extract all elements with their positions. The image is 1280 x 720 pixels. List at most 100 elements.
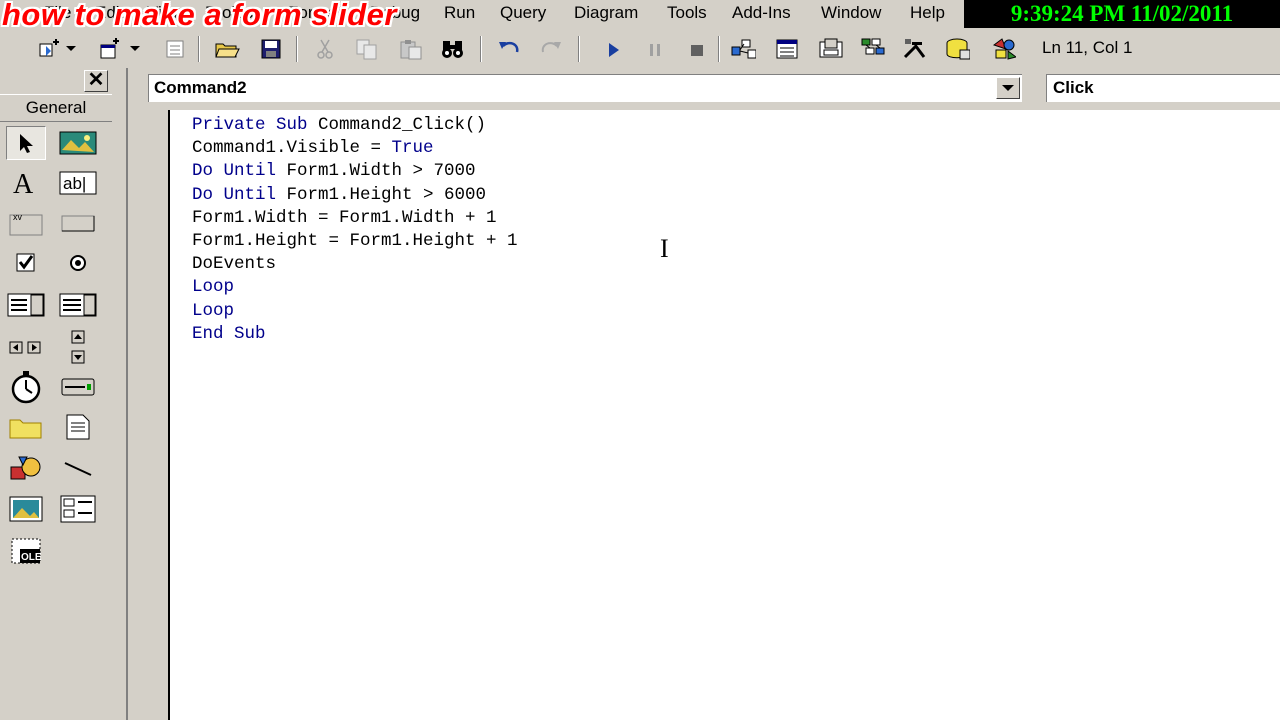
label-tool-icon[interactable]: A	[6, 166, 46, 200]
code-line[interactable]: DoEvents	[192, 253, 518, 276]
form-layout-icon[interactable]	[818, 36, 844, 62]
menu-help[interactable]: Help	[910, 3, 945, 23]
ole-tool-icon[interactable]: OLE	[6, 534, 46, 568]
start-icon[interactable]	[600, 36, 626, 62]
code-margin-indicator-bar[interactable]	[128, 110, 170, 720]
close-button[interactable]: ✕	[84, 70, 108, 92]
menu-editor-icon[interactable]	[162, 36, 188, 62]
code-line[interactable]: End Sub	[192, 323, 518, 346]
code-line[interactable]: Do Until Form1.Width > 7000	[192, 160, 518, 183]
code-editor[interactable]: Private Sub Command2_Click() Command1.Vis…	[128, 110, 1280, 720]
object-combobox[interactable]: Command2	[148, 74, 1022, 102]
code-line[interactable]: Command1.Visible = True	[192, 137, 518, 160]
code-token: Command2_Click()	[318, 115, 487, 135]
textbox-tool-icon[interactable]: ab|	[58, 166, 98, 200]
hscrollbar-tool-icon[interactable]	[6, 330, 46, 364]
code-keyword: End Sub	[192, 323, 266, 344]
clock-display: 9:39:24 PM 11/02/2011	[964, 0, 1280, 28]
menu-run[interactable]: Run	[444, 3, 475, 23]
pointer-tool-icon[interactable]	[6, 126, 46, 160]
toolbox-titlebar: ✕	[0, 68, 112, 92]
menu-bar: File Edit View Project Format Debug Run …	[0, 0, 1280, 32]
code-keyword: Do Until	[192, 161, 287, 182]
code-line[interactable]: Do Until Form1.Height > 6000	[192, 184, 518, 207]
properties-window-icon[interactable]	[774, 36, 800, 62]
cut-icon[interactable]	[312, 36, 338, 62]
dirlistbox-tool-icon[interactable]	[6, 410, 46, 444]
copy-icon[interactable]	[354, 36, 380, 62]
code-keyword: Private Sub	[192, 115, 319, 135]
code-token: Form1.Height = Form1.Height + 1	[192, 231, 518, 252]
paste-icon[interactable]	[398, 36, 424, 62]
chevron-down-icon[interactable]	[62, 36, 80, 62]
toolbox-icon[interactable]	[902, 36, 928, 62]
code-token: Form1.Height > 6000	[286, 184, 487, 205]
line-tool-icon[interactable]	[58, 452, 98, 486]
image-tool-icon[interactable]	[6, 492, 46, 526]
code-line[interactable]: Loop	[192, 276, 518, 299]
combobox-tool-icon[interactable]	[6, 288, 46, 322]
undo-icon[interactable]	[496, 36, 522, 62]
vscrollbar-tool-icon[interactable]	[58, 330, 98, 364]
code-line[interactable]: Form1.Width = Form1.Width + 1	[192, 207, 518, 230]
project-explorer-icon[interactable]	[730, 36, 756, 62]
text-cursor-icon: I	[660, 234, 669, 263]
data-tool-icon[interactable]	[58, 492, 98, 526]
object-combobox-value: Command2	[154, 78, 247, 97]
toolbox-tab-general[interactable]: General	[0, 94, 112, 122]
code-token: Form1.Width = Form1.Width + 1	[192, 207, 497, 228]
add-project-icon[interactable]	[36, 36, 62, 62]
drivelistbox-tool-icon[interactable]	[58, 370, 98, 404]
toolbox-panel: ✕ General A ab| xv OLE	[0, 68, 112, 720]
code-text[interactable]: Private Sub Command2_Click() Command1.Vis…	[192, 114, 518, 346]
listbox-tool-icon[interactable]	[58, 288, 98, 322]
frame-tool-icon[interactable]: xv	[6, 206, 46, 240]
shape-tool-icon[interactable]	[6, 452, 46, 486]
code-line[interactable]: Loop	[192, 300, 518, 323]
object-browser-icon[interactable]	[860, 36, 886, 62]
svg-text:xv: xv	[13, 212, 23, 222]
save-icon[interactable]	[258, 36, 284, 62]
find-icon[interactable]	[440, 36, 466, 62]
code-token: Form1.Width > 7000	[286, 161, 476, 182]
open-project-icon[interactable]	[214, 36, 240, 62]
code-line[interactable]: Form1.Height = Form1.Height + 1	[192, 230, 518, 253]
toolbar-separator	[578, 36, 580, 62]
code-token: Command1.Visible =	[192, 138, 392, 159]
svg-text:ab|: ab|	[63, 174, 86, 193]
redo-icon[interactable]	[538, 36, 564, 62]
break-icon[interactable]	[642, 36, 668, 62]
toolbar-separator	[718, 36, 720, 62]
commandbutton-tool-icon[interactable]	[58, 206, 98, 240]
end-icon[interactable]	[684, 36, 710, 62]
code-window: Command2 Click Private Sub Command2_Clic…	[128, 68, 1280, 720]
code-keyword: Do Until	[192, 184, 287, 205]
picturebox-tool-icon[interactable]	[58, 126, 98, 160]
standard-toolbar: Ln 11, Col 1	[0, 28, 1280, 68]
chevron-down-icon[interactable]	[126, 36, 144, 62]
toolbar-separator	[198, 36, 200, 62]
menu-add-ins[interactable]: Add-Ins	[732, 3, 791, 23]
checkbox-tool-icon[interactable]	[6, 246, 46, 280]
svg-text:OLE: OLE	[21, 552, 42, 563]
toolbar-separator	[480, 36, 482, 62]
filelistbox-tool-icon[interactable]	[58, 410, 98, 444]
code-keyword: True	[391, 138, 434, 159]
component-manager-icon[interactable]	[990, 36, 1016, 62]
menu-query[interactable]: Query	[500, 3, 546, 23]
data-view-icon[interactable]	[944, 36, 970, 62]
optionbutton-tool-icon[interactable]	[58, 246, 98, 280]
code-keyword: Loop	[192, 300, 235, 321]
chevron-down-icon[interactable]	[996, 77, 1020, 99]
menu-tools[interactable]: Tools	[667, 3, 707, 23]
procedure-combobox[interactable]: Click	[1046, 74, 1280, 102]
menu-window[interactable]: Window	[821, 3, 881, 23]
procedure-combobox-value: Click	[1053, 78, 1094, 97]
code-keyword: Loop	[192, 277, 235, 298]
add-form-icon[interactable]	[96, 36, 122, 62]
menu-diagram[interactable]: Diagram	[574, 3, 638, 23]
code-line[interactable]: Private Sub Command2_Click()	[192, 114, 518, 137]
toolbar-separator	[296, 36, 298, 62]
cursor-position-status: Ln 11, Col 1	[1042, 38, 1133, 57]
timer-tool-icon[interactable]	[6, 370, 46, 404]
